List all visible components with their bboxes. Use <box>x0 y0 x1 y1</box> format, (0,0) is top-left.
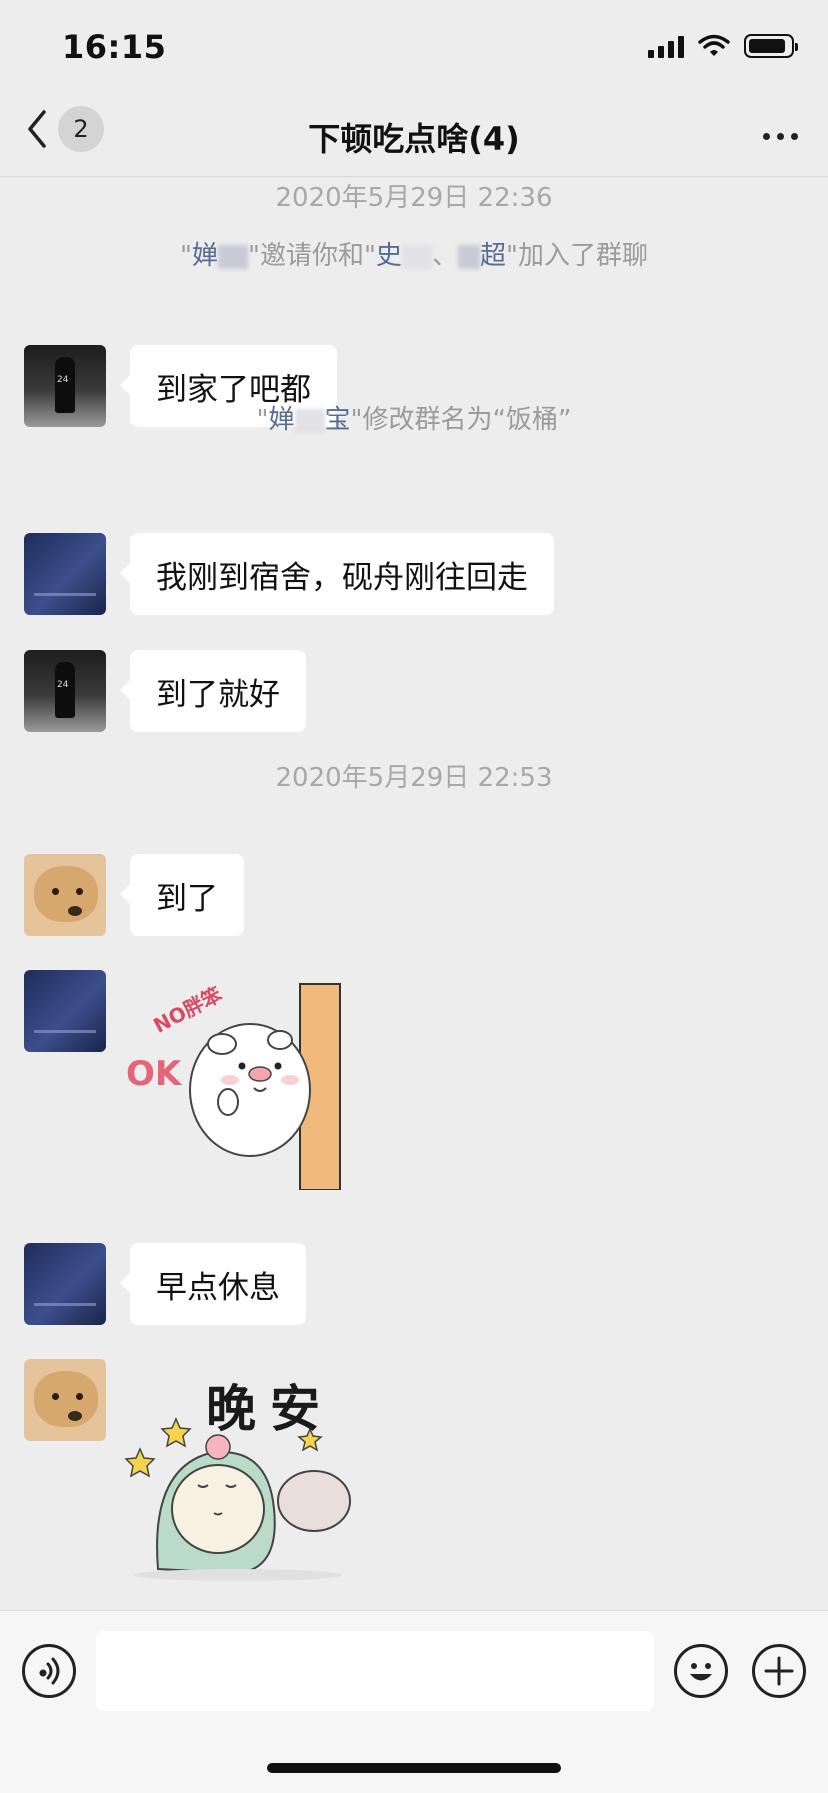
message-row: 我刚到宿舍，砚舟刚往回走 <box>24 533 554 615</box>
avatar[interactable] <box>24 854 106 936</box>
message-timestamp: 2020年5月29日 22:36 <box>275 183 553 213</box>
message-timestamp: 2020年5月29日 22:53 <box>275 763 553 793</box>
message-bubble[interactable]: 到了 <box>120 854 244 936</box>
status-time: 16:15 <box>62 28 167 66</box>
quote-mark: " <box>180 241 192 271</box>
member-name-link[interactable]: 宝 <box>325 405 351 435</box>
redacted-text <box>401 244 432 269</box>
sticker-caption: OK <box>126 1054 182 1094</box>
message-row: 早点休息 <box>24 1243 306 1325</box>
message-row: NO胖笨 OK <box>24 970 350 1194</box>
system-message-group-invite: "婵 "邀请你和"史、超"加入了群聊 <box>0 235 828 272</box>
system-text: "邀请你和" <box>248 241 376 271</box>
redacted-text <box>294 408 325 433</box>
system-text: "加入了群聊 <box>505 241 648 271</box>
plus-icon <box>764 1656 794 1686</box>
redacted-text <box>218 244 249 269</box>
message-bubble[interactable]: 早点休息 <box>120 1243 306 1325</box>
voice-icon <box>39 1657 60 1685</box>
home-indicator[interactable] <box>267 1763 561 1773</box>
message-input[interactable] <box>96 1631 654 1711</box>
wifi-icon <box>698 34 730 56</box>
sticker-ok-pig[interactable]: NO胖笨 OK <box>126 970 350 1194</box>
more-dot-icon <box>791 132 798 140</box>
more-dot-icon <box>763 132 770 140</box>
more-options-button[interactable] <box>763 116 798 156</box>
system-text: "修改群名为“饭桶” <box>350 405 572 435</box>
status-bar: 16:15 <box>0 0 828 96</box>
message-bubble[interactable]: 我刚到宿舍，砚舟刚往回走 <box>120 533 554 615</box>
message-row: 到了 <box>24 854 244 936</box>
member-name-link[interactable]: 史 <box>376 241 402 271</box>
quote-mark: " <box>256 405 269 435</box>
member-name-link[interactable]: 超 <box>480 241 506 271</box>
avatar[interactable]: 24 <box>24 650 106 732</box>
avatar[interactable] <box>24 1359 106 1441</box>
emoji-button[interactable] <box>674 1644 728 1698</box>
sticker-caption: 晚安 <box>206 1380 334 1438</box>
avatar[interactable] <box>24 970 106 1052</box>
avatar[interactable] <box>24 1243 106 1325</box>
member-name-link[interactable]: 婵 <box>192 241 218 271</box>
voice-input-button[interactable] <box>22 1644 76 1698</box>
more-functions-button[interactable] <box>752 1644 806 1698</box>
chat-title: 下顿吃点啥(4) <box>308 120 520 158</box>
message-row: 24 到了就好 <box>24 650 306 732</box>
sticker-good-night[interactable]: 晚安 <box>124 1359 370 1589</box>
avatar[interactable] <box>24 533 106 615</box>
member-name-link[interactable]: 婵 <box>269 405 295 435</box>
message-row: 晚安 <box>24 1359 370 1589</box>
nav-bar: 2 下顿吃点啥(4) <box>0 96 828 177</box>
cellular-signal-icon <box>648 34 684 58</box>
battery-fill <box>749 39 785 53</box>
status-icons <box>648 34 798 58</box>
redacted-text <box>457 244 480 269</box>
system-text: 、 <box>431 241 458 271</box>
smiley-icon <box>690 1663 712 1681</box>
chat-messages[interactable]: 2020年5月29日 22:36 "婵 "邀请你和"史、超"加入了群聊 24 到家… <box>0 177 828 1609</box>
system-message-rename: "婵 宝"修改群名为“饭桶” <box>0 399 828 436</box>
battery-icon <box>744 34 798 58</box>
more-dot-icon <box>777 132 784 140</box>
input-bar <box>0 1610 828 1793</box>
message-bubble[interactable]: 到了就好 <box>120 650 306 732</box>
